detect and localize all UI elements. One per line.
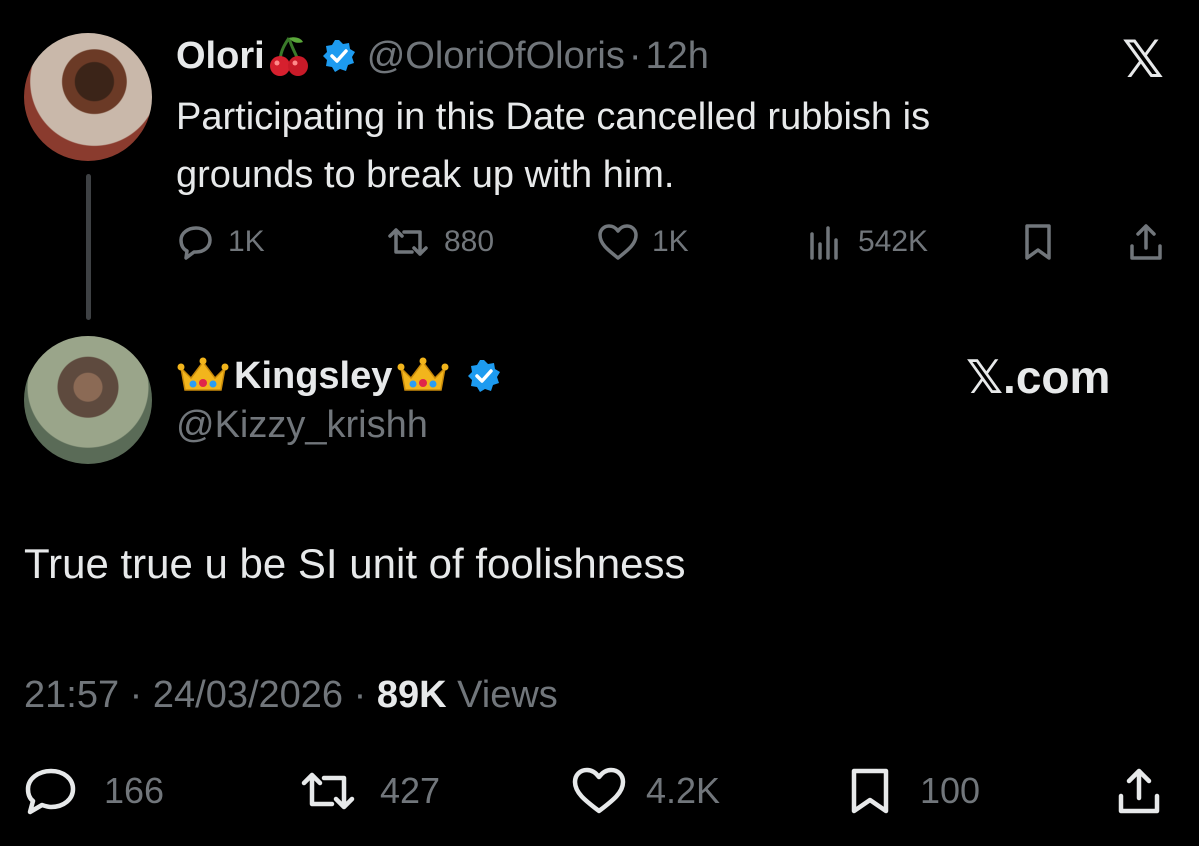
bookmark-icon [851,768,889,814]
bookmark-count: 100 [920,770,981,811]
kingsley-handle[interactable]: @Kizzy_krishh [176,404,428,447]
verified-badge-icon [322,40,355,72]
retweet-count: 427 [380,770,441,811]
verified-badge-icon [468,360,501,392]
reply-count: 166 [104,770,165,811]
x-com-watermark: 𝕏.com [966,351,1111,403]
heart-icon [598,224,638,260]
olori-display-name[interactable]: Olori [176,35,265,78]
view-count[interactable]: 89K [377,674,447,716]
quoted-tweet-header: Olori @OloriOfOloris · 12h [176,28,709,84]
reply-count: 1K [228,225,265,258]
heart-icon [572,767,626,814]
tweet-metadata: 21:57 · 24/03/2026 · 89K Views [24,674,558,717]
share-icon [1130,224,1162,260]
reply-icon [179,226,212,260]
reply-button[interactable]: 1K [176,222,265,262]
retweet-icon [301,772,355,810]
analytics-icon [810,226,838,260]
time-ago[interactable]: 12h [646,35,709,78]
bookmark-button[interactable] [1018,222,1058,262]
retweet-count: 880 [444,225,495,258]
reply-tweet-actions: 166 427 4.2K 100 [24,766,1174,816]
quoted-tweet-text: Participating in this Date cancelled rub… [176,96,931,196]
share-button[interactable] [1114,766,1164,816]
retweet-icon [388,228,428,256]
crown-emoji-icon [177,357,229,391]
tweet-time[interactable]: 21:57 [24,674,119,716]
views-button[interactable]: 542K [806,222,928,262]
reply-icon [25,768,76,815]
retweet-button[interactable]: 427 [298,766,440,816]
bookmark-button[interactable]: 100 [846,766,980,816]
share-button[interactable] [1126,222,1166,262]
olori-handle[interactable]: @OloriOfOloris [367,35,625,78]
like-button[interactable]: 4.2K [570,766,720,816]
tweet-date[interactable]: 24/03/2026 [153,674,343,716]
like-count: 4.2K [646,770,721,811]
olori-avatar[interactable] [24,33,152,161]
views-count: 542K [858,225,929,258]
like-button[interactable]: 1K [596,222,689,262]
share-icon [1118,768,1160,814]
x-logo-icon[interactable]: 𝕏 [1122,34,1164,86]
tweet-screenshot: Olori @OloriOfOloris · 12h 𝕏 Participati… [0,0,1199,846]
reply-tweet-text: True true u be SI unit of foolishness [24,540,686,587]
dot-separator: · [353,674,367,716]
retweet-button[interactable]: 880 [384,222,494,262]
reply-button[interactable]: 166 [24,766,164,816]
crown-emoji-icon [397,357,449,391]
like-count: 1K [652,225,689,258]
views-label: Views [457,674,558,716]
dot-separator: · [628,34,642,77]
cherries-emoji-icon [269,37,308,76]
kingsley-display-name[interactable]: Kingsley [234,355,392,398]
quoted-tweet-actions: 1K 880 1K 542K [176,222,1166,264]
thread-connector-line [86,174,91,320]
reply-tweet-header: Kingsley [176,350,502,402]
dot-separator: · [129,674,143,716]
kingsley-avatar[interactable] [24,336,152,464]
bookmark-icon [1025,224,1051,260]
